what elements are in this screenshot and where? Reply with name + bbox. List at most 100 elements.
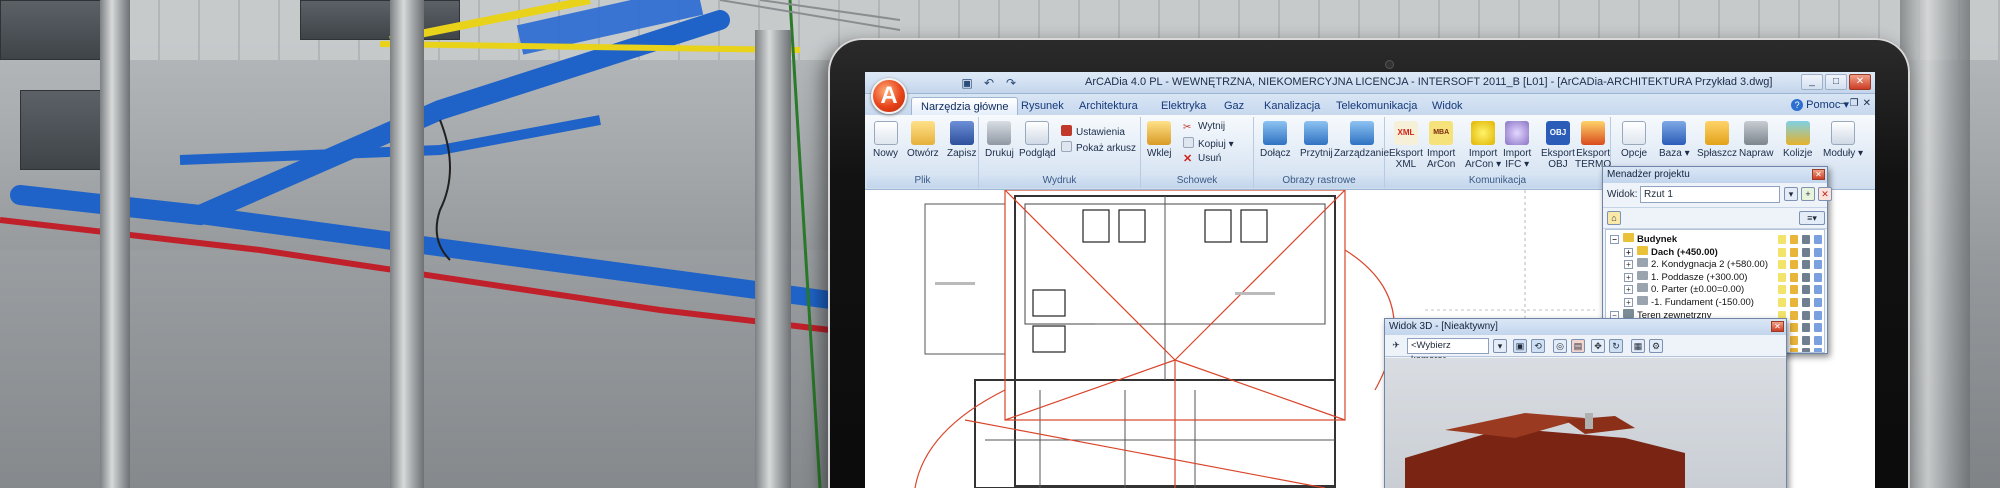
layer-icon[interactable] [1802, 260, 1810, 270]
expand-icon[interactable]: + [1624, 298, 1633, 307]
doc-restore-button[interactable]: ❐ [1850, 98, 1859, 109]
tree-item[interactable]: +0. Parter (±0.00=0.00) [1624, 283, 1744, 296]
ustawienia-button[interactable]: Ustawienia [1061, 125, 1125, 139]
bulb-icon[interactable] [1778, 285, 1786, 295]
view-3d-viewport[interactable] [1385, 358, 1786, 488]
opcje-button[interactable]: Opcje [1621, 121, 1647, 159]
lock-icon[interactable] [1790, 335, 1798, 345]
camera-select[interactable]: <Wybierz kamerę> [1407, 338, 1489, 365]
lock-icon[interactable] [1790, 348, 1798, 352]
collapse-icon[interactable]: − [1610, 235, 1619, 244]
expand-icon[interactable]: + [1624, 272, 1633, 282]
pan-icon[interactable]: ✥ [1591, 339, 1605, 353]
layer-icon[interactable] [1802, 335, 1810, 345]
application-menu-button[interactable]: A [871, 78, 907, 114]
dropdown-icon[interactable]: ▾ [1784, 187, 1798, 201]
zarzadzanie-button[interactable]: Zarządzanie [1334, 121, 1389, 159]
tab-kanalizacja[interactable]: Kanalizacja [1255, 97, 1329, 115]
lock-icon[interactable] [1790, 285, 1798, 295]
lock-icon[interactable] [1790, 260, 1798, 270]
minimize-button[interactable]: _ [1801, 74, 1823, 90]
import-arcon-button[interactable]: MBA Import ArCon [1427, 121, 1455, 170]
tree-item[interactable]: + Dach (+450.00) [1624, 245, 1718, 259]
podglad-button[interactable]: Podgląd [1019, 121, 1056, 159]
eksport-termo-button[interactable]: Eksport TERMO [1575, 121, 1611, 170]
lock-icon[interactable] [1790, 323, 1798, 333]
nowy-button[interactable]: Nowy [873, 121, 898, 159]
expand-icon[interactable]: + [1624, 260, 1633, 270]
dolacz-button[interactable]: Dołącz [1260, 121, 1291, 159]
lock-icon[interactable] [1790, 235, 1798, 244]
save-icon[interactable]: ▣ [959, 75, 975, 91]
doc-close-button[interactable]: ✕ [1863, 98, 1871, 109]
usun-button[interactable]: ✕ Usuń [1183, 153, 1221, 165]
lock-folder-icon[interactable]: ⌂ [1607, 211, 1621, 225]
layer-icon[interactable] [1802, 310, 1810, 320]
export-image-icon[interactable]: ▦ [1631, 339, 1645, 353]
splaszcz-button[interactable]: Spłaszcz [1697, 121, 1737, 159]
redo-icon[interactable]: ↷ [1003, 75, 1019, 91]
wklej-button[interactable]: Wklej [1147, 121, 1171, 159]
baza-button[interactable]: Baza ▾ [1659, 121, 1690, 159]
tab-gaz[interactable]: Gaz [1215, 97, 1253, 115]
rotate-icon[interactable]: ↻ [1609, 339, 1623, 353]
camera-dropdown-icon[interactable]: ▾ [1493, 339, 1507, 353]
lock-icon[interactable] [1790, 247, 1798, 257]
tree-item[interactable]: +1. Poddasze (+300.00) [1624, 270, 1747, 284]
bulb-icon[interactable] [1778, 272, 1786, 282]
layer-icon[interactable] [1802, 323, 1810, 333]
palette-icon[interactable] [1814, 310, 1822, 320]
kopiuj-button[interactable]: Kopiuj ▾ [1183, 137, 1234, 151]
project-manager-close-button[interactable]: ✕ [1812, 169, 1825, 180]
drukuj-button[interactable]: Drukuj [985, 121, 1014, 159]
tree-item[interactable]: +2. Kondygnacja 2 (+580.00) [1624, 258, 1768, 271]
bulb-icon[interactable] [1778, 260, 1786, 270]
maximize-button[interactable]: □ [1825, 74, 1847, 90]
wytnij-button[interactable]: ✂ Wytnij [1183, 121, 1225, 133]
layer-icon[interactable] [1802, 348, 1810, 352]
delete-view-icon[interactable]: ✕ [1818, 187, 1832, 201]
layer-icon[interactable] [1802, 235, 1810, 244]
palette-icon[interactable] [1814, 285, 1822, 295]
undo-icon[interactable]: ↶ [981, 75, 997, 91]
tab-telekomunikacja[interactable]: Telekomunikacja [1327, 97, 1426, 115]
zapisz-button[interactable]: Zapisz [947, 121, 976, 159]
bulb-icon[interactable] [1778, 298, 1786, 307]
render-icon[interactable]: ▤ [1571, 339, 1585, 353]
palette-icon[interactable] [1814, 247, 1822, 257]
import-arcon-2-button[interactable]: Import ArCon ▾ [1465, 121, 1501, 170]
eksport-obj-button[interactable]: OBJ Eksport OBJ [1541, 121, 1575, 170]
import-ifc-button[interactable]: Import IFC ▾ [1503, 121, 1531, 170]
bulb-icon[interactable] [1778, 235, 1786, 244]
expand-icon[interactable]: + [1624, 285, 1633, 295]
palette-icon[interactable] [1814, 348, 1822, 352]
add-view-icon[interactable]: + [1801, 187, 1815, 201]
otworz-button[interactable]: Otwórz [907, 121, 939, 159]
napraw-button[interactable]: Napraw [1739, 121, 1773, 159]
palette-icon[interactable] [1814, 323, 1822, 333]
tab-narzedzia-glowne[interactable]: Narzędzia główne [911, 97, 1019, 115]
kolizje-button[interactable]: Kolizje [1783, 121, 1812, 159]
palette-icon[interactable] [1814, 235, 1822, 244]
view-select[interactable]: Rzut 1 [1640, 186, 1780, 203]
tab-elektryka[interactable]: Elektryka [1152, 97, 1215, 115]
tab-rysunek[interactable]: Rysunek [1012, 97, 1073, 115]
palette-icon[interactable] [1814, 335, 1822, 345]
palette-icon[interactable] [1814, 260, 1822, 270]
layer-icon[interactable] [1802, 298, 1810, 307]
tab-architektura[interactable]: Architektura [1070, 97, 1147, 115]
palette-icon[interactable] [1814, 272, 1822, 282]
tree-item[interactable]: − Budynek [1610, 233, 1677, 246]
tab-widok[interactable]: Widok [1423, 97, 1472, 115]
moduly-button[interactable]: Moduły ▾ [1823, 121, 1863, 159]
layer-icon[interactable] [1802, 247, 1810, 257]
orbit-icon[interactable]: ⟲ [1531, 339, 1545, 353]
lock-icon[interactable] [1790, 298, 1798, 307]
doc-minimize-button[interactable]: – [1840, 98, 1846, 109]
layer-icon[interactable] [1802, 272, 1810, 282]
layer-icon[interactable] [1802, 285, 1810, 295]
filter-icon[interactable]: ≡▾ [1799, 211, 1825, 225]
zoom-icon[interactable]: ◎ [1553, 339, 1567, 353]
expand-icon[interactable]: + [1624, 247, 1633, 257]
lock-icon[interactable] [1790, 310, 1798, 320]
